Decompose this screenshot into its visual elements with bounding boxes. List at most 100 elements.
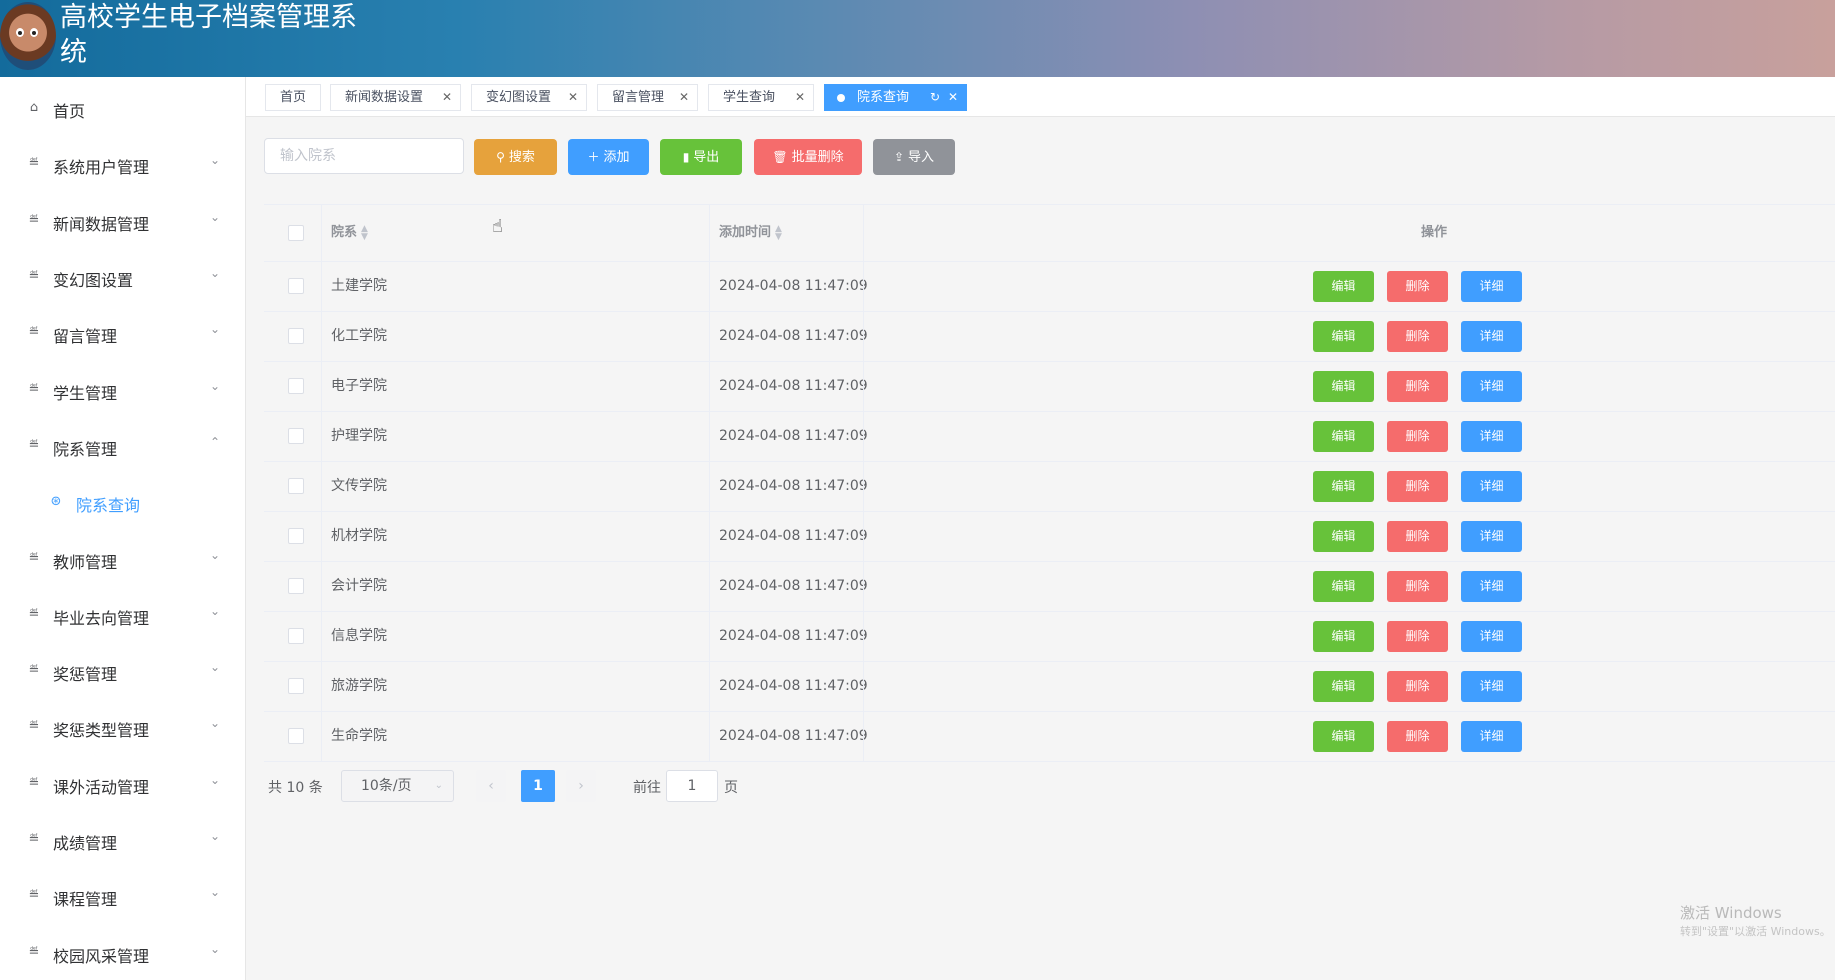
detail-button[interactable]: 详细 <box>1461 321 1522 352</box>
prev-page-button[interactable]: ‹ <box>476 770 506 802</box>
chevron-down-icon[interactable]: ⌄ <box>210 942 220 956</box>
detail-button[interactable]: 详细 <box>1461 421 1522 452</box>
sidebar-item[interactable]: ≝ 教师管理 ⌄ <box>0 539 246 579</box>
add-button[interactable]: ＋添加 <box>568 139 649 175</box>
import-button[interactable]: ⇪ 导入 <box>873 139 955 175</box>
edit-button[interactable]: 编辑 <box>1313 721 1374 752</box>
sidebar-item[interactable]: ⌂ 首页 <box>0 88 246 128</box>
sidebar-item[interactable]: ≝ 成绩管理 ⌄ <box>0 820 246 860</box>
col-time-header[interactable]: 添加时间 ▲ ▼ <box>719 205 785 263</box>
delete-button[interactable]: 删除 <box>1387 621 1448 652</box>
sidebar-item[interactable]: ≝ 校园风采管理 ⌄ <box>0 933 246 973</box>
chevron-down-icon[interactable]: ⌄ <box>210 716 220 730</box>
next-page-button[interactable]: › <box>566 770 596 802</box>
chevron-down-icon[interactable]: ⌄ <box>210 153 220 167</box>
edit-button[interactable]: 编辑 <box>1313 271 1374 302</box>
page-size-select[interactable]: 10条/页 ⌄ <box>341 770 454 802</box>
delete-button[interactable]: 删除 <box>1387 321 1448 352</box>
search-button[interactable]: ⚲ 搜索 <box>474 139 557 175</box>
detail-button[interactable]: 详细 <box>1461 621 1522 652</box>
edit-button[interactable]: 编辑 <box>1313 521 1374 552</box>
chevron-down-icon[interactable]: ⌄ <box>210 210 220 224</box>
row-checkbox[interactable] <box>288 628 304 644</box>
delete-button[interactable]: 删除 <box>1387 671 1448 702</box>
row-checkbox[interactable] <box>288 278 304 294</box>
chevron-down-icon[interactable]: ⌄ <box>210 829 220 843</box>
sidebar-item[interactable]: ≝ 院系管理 ⌃ <box>0 426 246 466</box>
delete-button[interactable]: 删除 <box>1387 721 1448 752</box>
select-all-checkbox[interactable] <box>288 225 304 241</box>
sort-icon[interactable]: ▲ ▼ <box>775 224 785 241</box>
delete-button[interactable]: 删除 <box>1387 571 1448 602</box>
detail-button[interactable]: 详细 <box>1461 521 1522 552</box>
chevron-down-icon[interactable]: ⌄ <box>210 885 220 899</box>
sidebar-item[interactable]: ≝ 课程管理 ⌄ <box>0 876 246 916</box>
row-checkbox[interactable] <box>288 478 304 494</box>
edit-button[interactable]: 编辑 <box>1313 371 1374 402</box>
close-icon[interactable]: ✕ <box>442 85 452 110</box>
chevron-down-icon[interactable]: ⌄ <box>210 266 220 280</box>
detail-button[interactable]: 详细 <box>1461 721 1522 752</box>
row-checkbox[interactable] <box>288 578 304 594</box>
edit-button[interactable]: 编辑 <box>1313 321 1374 352</box>
sidebar-item[interactable]: ⊛ 院系查询 <box>0 482 246 522</box>
edit-button[interactable]: 编辑 <box>1313 671 1374 702</box>
chevron-down-icon[interactable]: ⌄ <box>210 660 220 674</box>
close-icon[interactable]: ✕ <box>795 85 805 110</box>
delete-button[interactable]: 删除 <box>1387 271 1448 302</box>
delete-button[interactable]: 删除 <box>1387 471 1448 502</box>
sidebar-item[interactable]: ≝ 毕业去向管理 ⌄ <box>0 595 246 635</box>
delete-button[interactable]: 删除 <box>1387 371 1448 402</box>
sidebar-item[interactable]: ≝ 奖惩管理 ⌄ <box>0 651 246 691</box>
page-number-current[interactable]: 1 <box>521 770 555 802</box>
sidebar-item[interactable]: ≝ 变幻图设置 ⌄ <box>0 257 246 297</box>
chevron-down-icon[interactable]: ⌄ <box>210 773 220 787</box>
sidebar-item-label: 奖惩类型管理 <box>53 721 150 740</box>
col-dept-header[interactable]: 院系 ▲ ▼ <box>331 205 371 263</box>
edit-button[interactable]: 编辑 <box>1313 621 1374 652</box>
chevron-down-icon[interactable]: ⌄ <box>210 604 220 618</box>
sidebar-item[interactable]: ≝ 奖惩类型管理 ⌄ <box>0 707 246 747</box>
time-cell: 2024-04-08 11:47:09 <box>719 378 868 394</box>
row-checkbox[interactable] <box>288 378 304 394</box>
batch-delete-button[interactable]: 🗑 批量删除 <box>754 139 862 175</box>
dept-search-input[interactable] <box>264 138 464 174</box>
edit-button[interactable]: 编辑 <box>1313 571 1374 602</box>
sidebar-item[interactable]: ≝ 新闻数据管理 ⌄ <box>0 201 246 241</box>
tab[interactable]: 首页 <box>265 84 321 111</box>
sort-icon[interactable]: ▲ ▼ <box>361 224 371 241</box>
tab[interactable]: 院系查询 ↻ ✕ <box>824 84 967 111</box>
row-checkbox[interactable] <box>288 728 304 744</box>
tab[interactable]: 学生查询 ✕ <box>708 84 814 111</box>
refresh-icon[interactable]: ↻ <box>930 85 940 110</box>
tab[interactable]: 新闻数据设置 ✕ <box>330 84 461 111</box>
detail-button[interactable]: 详细 <box>1461 471 1522 502</box>
detail-button[interactable]: 详细 <box>1461 671 1522 702</box>
sidebar-item[interactable]: ≝ 系统用户管理 ⌄ <box>0 144 246 184</box>
chevron-up-icon[interactable]: ⌃ <box>210 435 220 449</box>
chevron-down-icon[interactable]: ⌄ <box>210 548 220 562</box>
close-icon[interactable]: ✕ <box>679 85 689 110</box>
sidebar-item[interactable]: ≝ 留言管理 ⌄ <box>0 313 246 353</box>
chevron-down-icon[interactable]: ⌄ <box>210 379 220 393</box>
delete-button[interactable]: 删除 <box>1387 521 1448 552</box>
tab[interactable]: 变幻图设置 ✕ <box>471 84 587 111</box>
row-checkbox[interactable] <box>288 428 304 444</box>
detail-button[interactable]: 详细 <box>1461 271 1522 302</box>
sidebar-item[interactable]: ≝ 学生管理 ⌄ <box>0 370 246 410</box>
edit-button[interactable]: 编辑 <box>1313 471 1374 502</box>
detail-button[interactable]: 详细 <box>1461 371 1522 402</box>
chevron-down-icon[interactable]: ⌄ <box>210 322 220 336</box>
row-checkbox[interactable] <box>288 678 304 694</box>
goto-page-input[interactable] <box>666 770 718 802</box>
row-checkbox[interactable] <box>288 328 304 344</box>
sidebar-item[interactable]: ≝ 课外活动管理 ⌄ <box>0 764 246 804</box>
delete-button[interactable]: 删除 <box>1387 421 1448 452</box>
close-icon[interactable]: ✕ <box>948 85 958 110</box>
row-checkbox[interactable] <box>288 528 304 544</box>
close-icon[interactable]: ✕ <box>568 85 578 110</box>
detail-button[interactable]: 详细 <box>1461 571 1522 602</box>
edit-button[interactable]: 编辑 <box>1313 421 1374 452</box>
tab[interactable]: 留言管理 ✕ <box>597 84 698 111</box>
export-button[interactable]: ▮ 导出 <box>660 139 742 175</box>
